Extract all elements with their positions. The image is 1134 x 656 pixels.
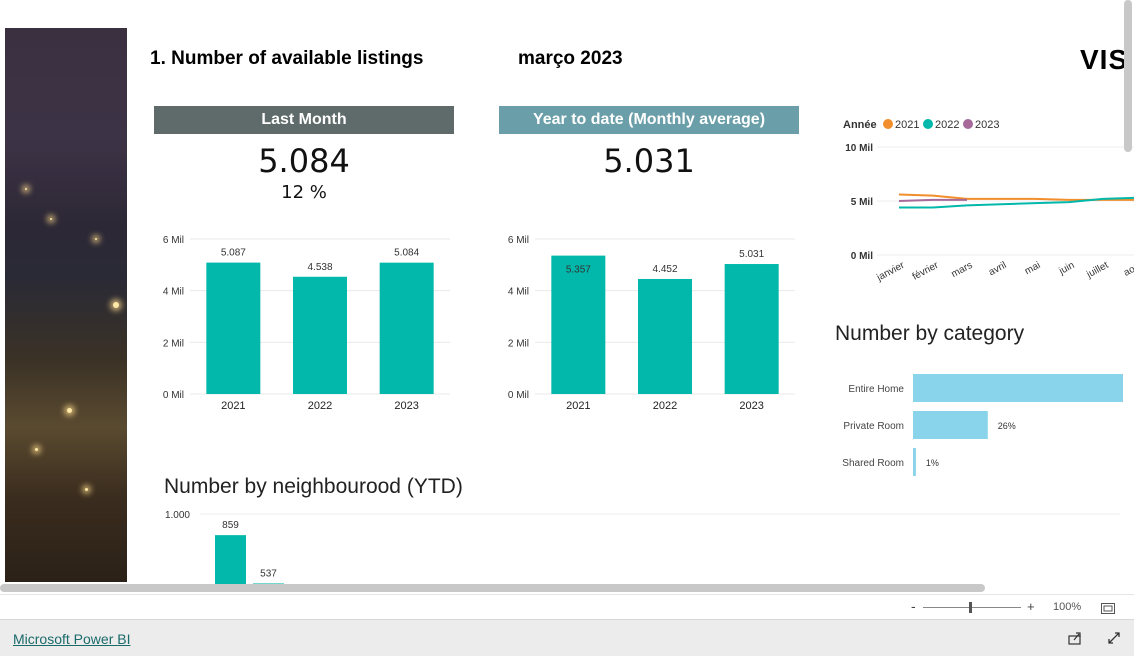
category-bar-chart[interactable]: Entire Home Private Room 26% Shared Room 1% — [835, 365, 1134, 485]
data-label: 26% — [998, 421, 1016, 431]
y-tick-label: 10 Mil — [845, 143, 873, 154]
ytd-header: Year to date (Monthly average) — [499, 106, 799, 134]
y-tick-label: 0 Mil — [163, 390, 184, 401]
data-label: 5.357 — [566, 265, 591, 276]
y-tick-label: 4 Mil — [163, 287, 184, 298]
zoom-bar: - + 100% — [0, 594, 1134, 620]
horizontal-scrollbar[interactable] — [0, 584, 985, 592]
data-label: 4.538 — [307, 262, 332, 273]
data-label: 1% — [926, 458, 939, 468]
logo: VIS — [1080, 44, 1129, 75]
x-tick-label: avril — [987, 260, 1008, 278]
zoom-slider-thumb[interactable] — [969, 602, 972, 613]
neighbourhood-chart-title: Number by neighbourood (YTD) — [164, 475, 463, 498]
legend-marker — [963, 119, 973, 129]
data-label: 5.084 — [394, 248, 419, 259]
city-photo — [5, 28, 127, 582]
last-month-bar-chart[interactable]: 0 Mil 2 Mil 4 Mil 6 Mil 5.087 2021 4.538 2022 5.… — [150, 225, 460, 420]
x-tick-label: 2022 — [653, 400, 677, 412]
bar — [215, 535, 246, 588]
category-bar — [913, 448, 916, 476]
bar — [724, 264, 779, 394]
bar — [638, 278, 692, 394]
data-label: 5.031 — [739, 249, 764, 260]
category-label: Private Room — [843, 421, 904, 432]
data-label: 5.087 — [221, 248, 246, 259]
zoom-out-button[interactable]: - — [911, 598, 916, 614]
bar — [293, 276, 347, 394]
monthly-line-chart[interactable]: Année 2021 2022 2023 0 Mil 5 Mil 10 Mil janvier… — [835, 110, 1134, 300]
data-label: 4.452 — [652, 264, 677, 275]
category-label: Entire Home — [848, 384, 904, 395]
footer-bar — [0, 619, 1134, 656]
x-tick-label: juin — [1057, 260, 1077, 277]
x-tick-label: août — [1122, 260, 1134, 279]
bar — [206, 262, 261, 394]
y-tick-label: 5 Mil — [851, 197, 873, 208]
page-title: 1. Number of available listings — [150, 48, 424, 69]
bar — [551, 255, 606, 394]
report-canvas: 1. Number of available listings março 20… — [0, 0, 1134, 588]
y-tick-label: 0 Mil — [851, 251, 873, 262]
fullscreen-icon[interactable] — [1107, 631, 1121, 650]
y-tick-label: 2 Mil — [163, 338, 184, 349]
category-bar — [913, 411, 988, 439]
power-bi-link[interactable]: Microsoft Power BI — [13, 631, 130, 647]
x-tick-label: février — [911, 260, 941, 283]
y-tick-label: 1.000 — [165, 510, 190, 521]
data-label: 537 — [260, 568, 277, 579]
fit-to-page-icon[interactable] — [1101, 601, 1115, 619]
series-line-2023 — [898, 198, 967, 202]
category-chart-title: Number by category — [835, 322, 1025, 345]
data-label: 859 — [222, 520, 239, 531]
legend-title: Année — [843, 119, 877, 131]
x-tick-label: janvier — [874, 260, 907, 284]
x-tick-label: mars — [950, 260, 975, 280]
legend-entry: 2023 — [975, 119, 999, 131]
last-month-value: 5.084 — [258, 142, 350, 180]
y-tick-label: 6 Mil — [163, 235, 184, 246]
x-tick-label: 2021 — [566, 400, 590, 412]
zoom-level: 100% — [1053, 601, 1082, 613]
y-tick-label: 6 Mil — [508, 235, 529, 246]
x-tick-label: mai — [1023, 260, 1042, 277]
neighbourhood-bar-chart[interactable]: 1.000500859537 — [160, 505, 1125, 588]
zoom-slider-track[interactable] — [923, 607, 1021, 608]
legend-marker — [923, 119, 933, 129]
x-tick-label: 2023 — [394, 400, 418, 412]
bar — [379, 262, 434, 394]
vertical-scrollbar[interactable] — [1124, 0, 1132, 152]
report-date: março 2023 — [518, 48, 623, 69]
category-label: Shared Room — [842, 458, 904, 469]
last-month-change: 12 % — [281, 182, 327, 203]
legend-entry: 2022 — [935, 119, 959, 131]
zoom-in-button[interactable]: + — [1027, 599, 1035, 614]
x-tick-label: 2021 — [221, 400, 245, 412]
share-icon[interactable] — [1068, 631, 1082, 650]
x-tick-label: juillet — [1084, 260, 1110, 281]
ytd-value: 5.031 — [603, 142, 695, 180]
legend-entry: 2021 — [895, 119, 919, 131]
last-month-header: Last Month — [154, 106, 454, 134]
legend-marker — [883, 119, 893, 129]
x-tick-label: 2022 — [308, 400, 332, 412]
y-tick-label: 4 Mil — [508, 287, 529, 298]
y-tick-label: 0 Mil — [508, 390, 529, 401]
category-bar — [913, 374, 1123, 402]
ytd-bar-chart[interactable]: 0 Mil 2 Mil 4 Mil 6 Mil 5.357 2021 4.452 2022 5.… — [495, 225, 805, 420]
y-tick-label: 2 Mil — [508, 338, 529, 349]
x-tick-label: 2023 — [739, 400, 763, 412]
